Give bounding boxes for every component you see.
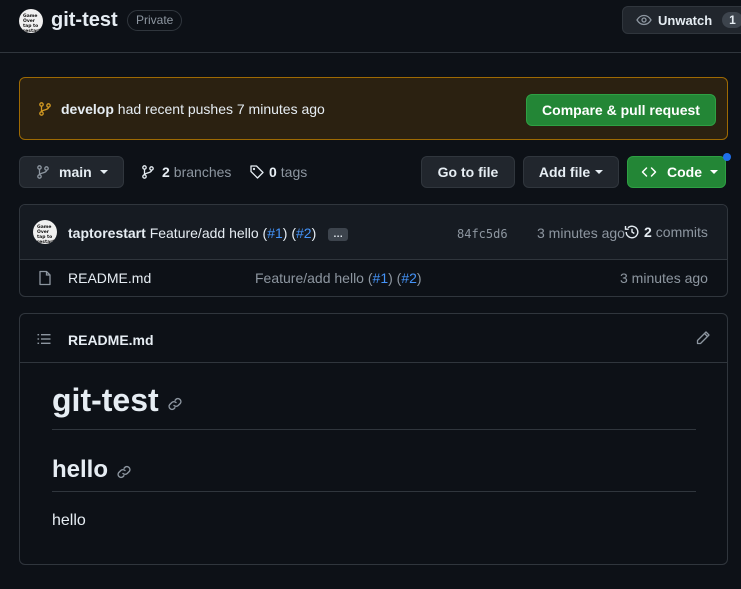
file-name-link[interactable]: README.md bbox=[68, 270, 151, 286]
file-icon bbox=[37, 270, 53, 286]
expand-commit-button[interactable]: … bbox=[328, 227, 349, 241]
compare-pull-request-button[interactable]: Compare & pull request bbox=[526, 94, 716, 126]
unwatch-label: Unwatch bbox=[658, 12, 713, 28]
go-to-file-button[interactable]: Go to file bbox=[421, 156, 515, 188]
pr-ref-1[interactable]: #1 bbox=[373, 270, 389, 286]
readme-header: README.md bbox=[20, 314, 727, 363]
latest-commit-message: taptorestart Feature/add hello (#1) (#2)… bbox=[68, 225, 349, 241]
chevron-down-icon bbox=[99, 170, 108, 174]
branches-count: 2 bbox=[162, 164, 170, 180]
history-icon bbox=[624, 224, 640, 240]
branch-selector[interactable]: main bbox=[19, 156, 124, 188]
tags-label: tags bbox=[280, 164, 308, 180]
commits-count: 2 bbox=[644, 224, 652, 240]
branches-link[interactable]: 2 branches bbox=[140, 164, 231, 180]
commit-message-link[interactable]: Feature/add hello (#1) (#2) bbox=[150, 225, 317, 241]
add-file-button[interactable]: Add file bbox=[523, 156, 619, 188]
notification-dot bbox=[723, 153, 731, 161]
readme-heading-1: git-test bbox=[52, 382, 183, 419]
tags-count: 0 bbox=[269, 164, 277, 180]
commit-time: 3 minutes ago bbox=[537, 225, 625, 241]
file-browser: Game Over tap to restart taptorestart Fe… bbox=[19, 204, 728, 297]
visibility-badge: Private bbox=[127, 10, 183, 31]
recent-push-banner: develop had recent pushes 7 minutes ago … bbox=[19, 77, 728, 140]
repo-name-link[interactable]: git-test bbox=[51, 9, 118, 32]
pr-ref-1[interactable]: #1 bbox=[267, 225, 283, 241]
readme-heading-2-text: hello bbox=[52, 456, 109, 483]
list-unordered-icon[interactable] bbox=[36, 331, 52, 347]
eye-icon bbox=[636, 12, 652, 28]
unwatch-button[interactable]: Unwatch 1 bbox=[622, 6, 741, 34]
commits-link[interactable]: 2 commits bbox=[624, 224, 708, 240]
branches-label: branches bbox=[173, 164, 232, 180]
tag-icon bbox=[249, 164, 265, 180]
pencil-icon[interactable] bbox=[695, 330, 711, 346]
heading-divider bbox=[52, 429, 696, 430]
pr-ref-2[interactable]: #2 bbox=[401, 270, 417, 286]
readme-heading-2: hello bbox=[52, 456, 132, 484]
code-icon bbox=[641, 164, 657, 180]
heading-divider bbox=[52, 491, 696, 492]
git-branch-icon bbox=[140, 164, 156, 180]
commit-author[interactable]: taptorestart bbox=[68, 225, 146, 241]
git-branch-icon bbox=[37, 101, 53, 117]
readme-filename[interactable]: README.md bbox=[68, 332, 154, 348]
link-icon[interactable] bbox=[167, 396, 183, 412]
push-status-text: had recent pushes 7 minutes ago bbox=[117, 101, 325, 117]
chevron-down-icon bbox=[710, 170, 718, 174]
readme-paragraph: hello bbox=[52, 512, 86, 529]
file-commit-time: 3 minutes ago bbox=[620, 270, 708, 286]
code-button[interactable]: Code bbox=[627, 156, 726, 188]
latest-commit-row: Game Over tap to restart taptorestart Fe… bbox=[20, 205, 727, 260]
watch-count: 1 bbox=[722, 12, 741, 28]
tags-link[interactable]: 0 tags bbox=[249, 164, 307, 180]
git-branch-icon bbox=[35, 164, 51, 180]
file-row[interactable]: README.md Feature/add hello (#1) (#2) 3 … bbox=[20, 260, 727, 296]
commit-sha[interactable]: 84fc5d6 bbox=[457, 227, 508, 241]
add-file-label: Add file bbox=[538, 164, 591, 180]
readme-heading-1-text: git-test bbox=[52, 382, 159, 418]
readme-panel: README.md git-test hello hello bbox=[19, 313, 728, 565]
current-branch-label: main bbox=[59, 164, 92, 180]
commits-label: commits bbox=[655, 224, 708, 240]
repo-header: Game Over tap to restart git-test Privat… bbox=[0, 0, 741, 53]
link-icon[interactable] bbox=[116, 464, 132, 480]
commit-author-avatar[interactable]: Game Over tap to restart bbox=[33, 220, 57, 244]
chevron-down-icon bbox=[595, 170, 604, 174]
owner-avatar[interactable]: Game Over tap to restart bbox=[19, 9, 43, 33]
pushed-branch-name[interactable]: develop bbox=[61, 101, 114, 117]
pr-ref-2[interactable]: #2 bbox=[296, 225, 312, 241]
code-label: Code bbox=[667, 164, 702, 180]
file-commit-message[interactable]: Feature/add hello (#1) (#2) bbox=[255, 270, 422, 286]
banner-message: develop had recent pushes 7 minutes ago bbox=[61, 101, 325, 117]
